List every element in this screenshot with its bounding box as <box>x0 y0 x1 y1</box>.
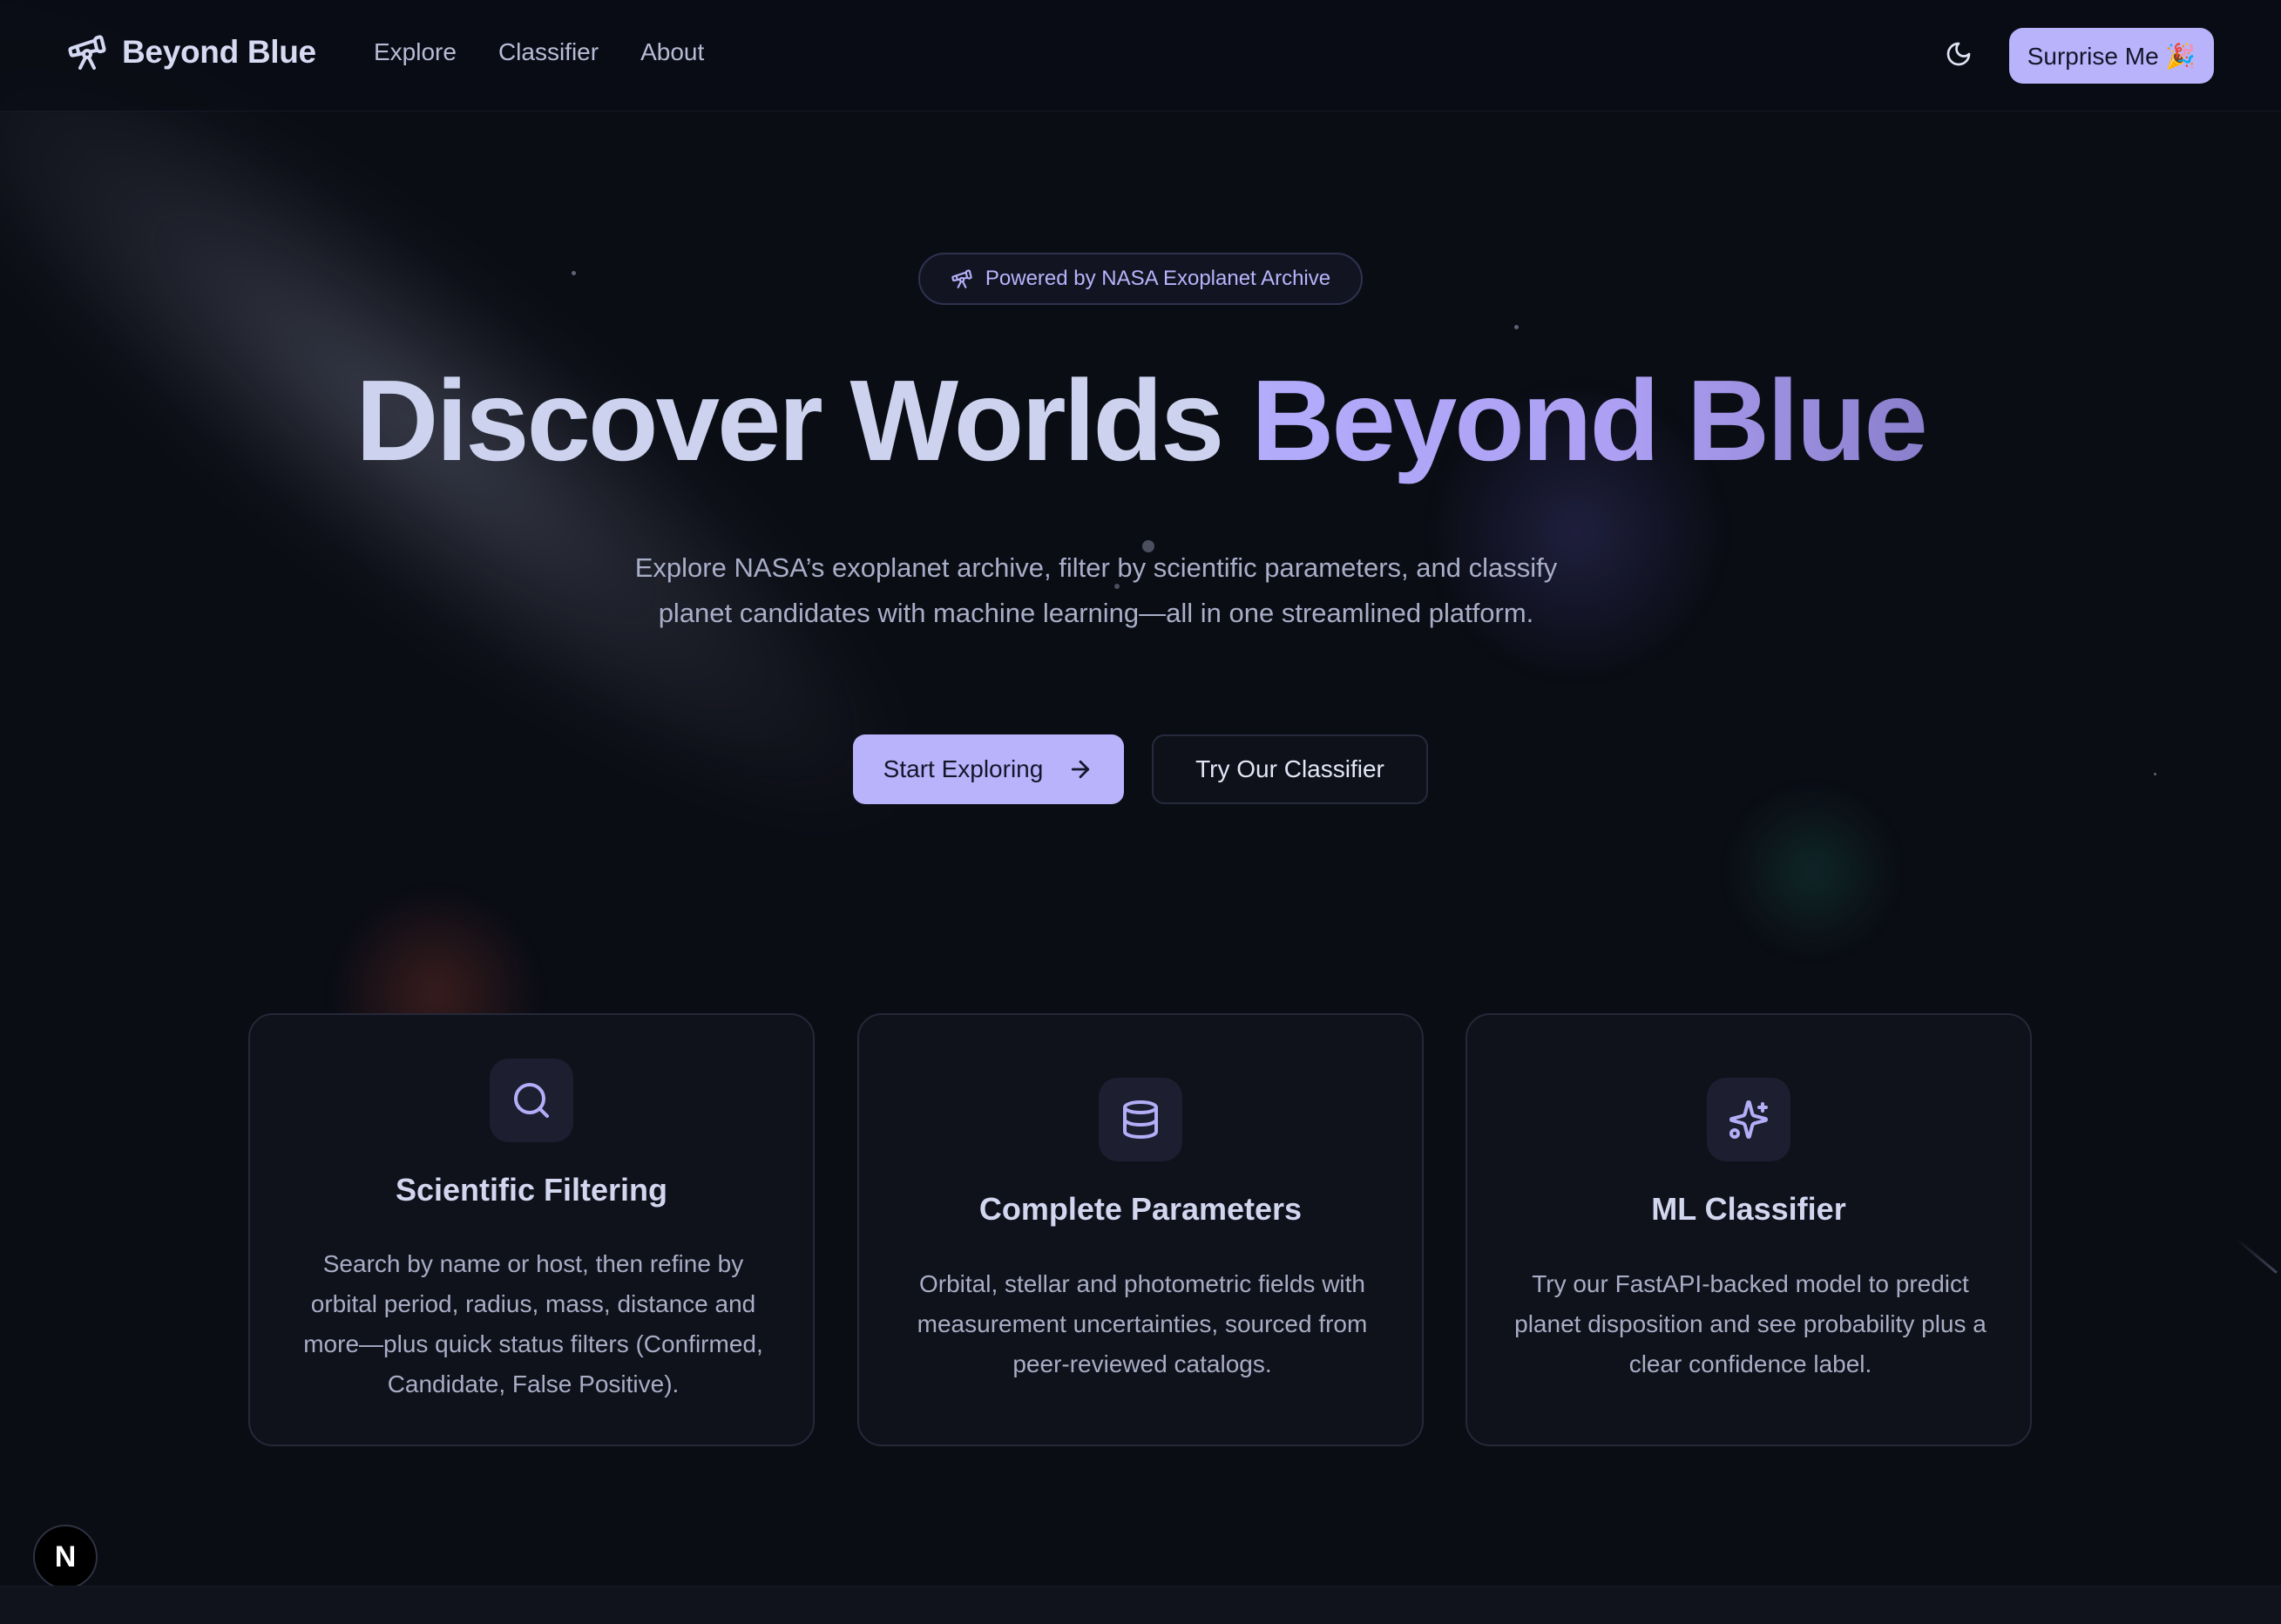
start-exploring-label: Start Exploring <box>883 755 1044 782</box>
brand-link[interactable]: Beyond Blue <box>66 31 316 73</box>
feature-card-classifier: ML Classifier Try our FastAPI-backed mod… <box>1465 1013 2032 1446</box>
star <box>1514 325 1519 329</box>
telescope-icon <box>66 31 108 73</box>
hero-title-part2: Beyond Blue <box>1251 356 1928 484</box>
feature-card-filtering: Scientific Filtering Search by name or h… <box>248 1013 815 1446</box>
badge-text: Powered by NASA Exoplanet Archive <box>985 267 1331 290</box>
feature-card-parameters: Complete Parameters Orbital, stellar and… <box>857 1013 1424 1446</box>
nav-link-explore[interactable]: Explore <box>374 38 457 66</box>
powered-by-badge: Powered by NASA Exoplanet Archive <box>918 253 1363 305</box>
hero-description-line2: planet candidates with machine learning—… <box>658 598 1534 628</box>
arrow-right-icon <box>1067 756 1093 782</box>
feature-title: Complete Parameters <box>978 1191 1303 1227</box>
theme-toggle-button[interactable] <box>1938 35 1980 77</box>
main-nav: Explore Classifier About <box>374 38 704 66</box>
start-exploring-button[interactable]: Start Exploring <box>853 734 1124 804</box>
hero-description-line1: Explore NASA’s exoplanet archive, filter… <box>634 552 1558 583</box>
hero-title: Discover Worlds Beyond Blue <box>0 355 2281 486</box>
footer-strip <box>0 1586 2281 1624</box>
sparkles-icon <box>1707 1078 1790 1161</box>
feature-title: Scientific Filtering <box>395 1172 668 1208</box>
hero-description: Explore NASA’s exoplanet archive, filter… <box>575 545 1617 636</box>
telescope-icon <box>951 267 973 290</box>
feature-description: Orbital, stellar and photometric fields … <box>917 1270 1368 1377</box>
comet <box>2236 1238 2278 1274</box>
feature-title: ML Classifier <box>1651 1191 1846 1227</box>
brand-name: Beyond Blue <box>122 34 316 70</box>
star <box>572 271 576 275</box>
database-icon <box>1099 1078 1182 1161</box>
navbar: Beyond Blue Explore Classifier About Sur… <box>0 0 2281 112</box>
page: Beyond Blue Explore Classifier About Sur… <box>0 0 2281 1624</box>
nav-link-about[interactable]: About <box>640 38 704 66</box>
feature-description: Try our FastAPI-backed model to predict … <box>1514 1270 1987 1377</box>
moon-icon <box>1945 40 1973 72</box>
green-glow <box>1725 784 1899 958</box>
dev-tools-badge[interactable]: N <box>33 1525 98 1589</box>
try-classifier-button[interactable]: Try Our Classifier <box>1152 734 1428 804</box>
hero-title-part1: Discover Worlds <box>355 356 1224 484</box>
star <box>2154 773 2156 775</box>
feature-description: Search by name or host, then refine by o… <box>303 1250 763 1397</box>
surprise-me-button[interactable]: Surprise Me 🎉 <box>2009 28 2214 84</box>
nav-link-classifier[interactable]: Classifier <box>498 38 599 66</box>
search-icon <box>490 1059 573 1142</box>
